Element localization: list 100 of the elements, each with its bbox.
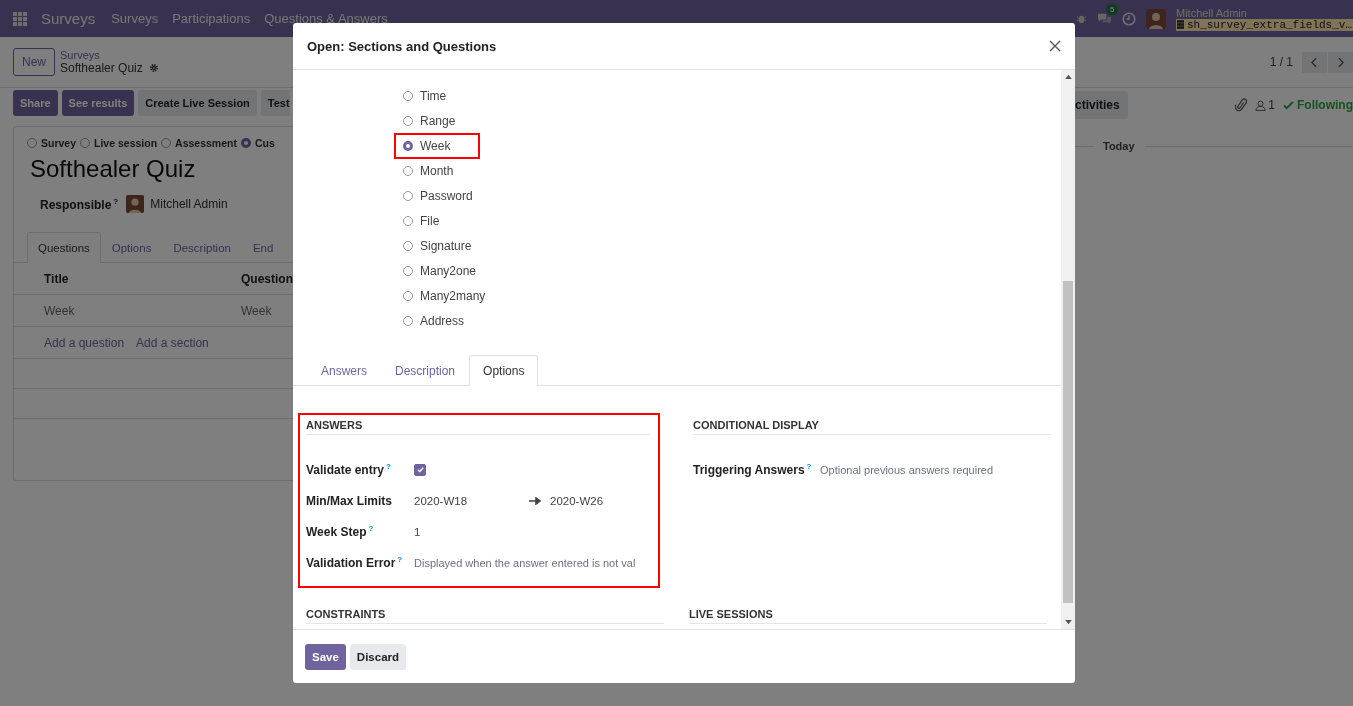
tab[interactable]: Description <box>381 355 470 386</box>
min-field[interactable]: 2020-W18 <box>414 494 529 507</box>
input-field[interactable]: Optional previous answers required <box>820 463 1051 476</box>
field-label: Validate entry $^{?}$ <box>306 462 392 477</box>
radio-label[interactable]: File <box>420 213 440 228</box>
input-field[interactable]: Displayed when the answer entered is not val <box>414 556 650 569</box>
add-link[interactable]: Add a section <box>136 335 209 350</box>
clock-icon[interactable] <box>1121 11 1136 26</box>
tab[interactable]: Answers <box>307 355 381 386</box>
radio-button[interactable] <box>403 190 413 201</box>
radio-label[interactable]: Assessment <box>175 137 237 149</box>
column-header[interactable]: Title <box>44 271 229 286</box>
menu-item[interactable]: Participations <box>172 11 251 26</box>
action-button[interactable]: Create Live Session <box>138 90 257 116</box>
database-icon <box>1176 20 1184 29</box>
chevron-right-icon <box>1337 56 1344 68</box>
paperclip-icon[interactable] <box>1235 98 1248 112</box>
action-button[interactable]: Test <box>260 90 290 116</box>
max-field[interactable]: 2020-W26 <box>550 494 604 507</box>
section-heading: CONSTRAINTS <box>306 608 664 624</box>
date-separator: Today <box>1103 140 1135 152</box>
menu-item[interactable]: Surveys <box>111 11 159 26</box>
settings-icon[interactable] <box>148 63 159 73</box>
tab[interactable]: Questions <box>27 232 101 263</box>
next-button[interactable] <box>1328 51 1353 73</box>
radio-label[interactable]: Time <box>420 88 447 103</box>
action-button[interactable]: Share <box>13 90 58 116</box>
field-label: Week Step $^{?}$ <box>306 524 375 539</box>
checkbox[interactable] <box>414 463 426 476</box>
table-cell-text: Week <box>44 303 76 318</box>
radio-label[interactable]: Range <box>420 113 456 128</box>
previous-button[interactable] <box>1302 51 1327 73</box>
radio-label[interactable]: Week <box>420 138 451 153</box>
dialog-button[interactable]: Save <box>305 643 346 670</box>
app-name[interactable]: Surveys <box>41 10 96 27</box>
activities-button[interactable]: ctivities <box>1075 91 1128 119</box>
dialog-title: Open: Sections and Questions <box>307 38 497 54</box>
breadcrumb-link[interactable]: Surveys <box>60 49 159 61</box>
radio-button[interactable] <box>403 290 413 301</box>
add-link[interactable]: Add a question <box>44 335 125 350</box>
radio-label[interactable]: Month <box>420 163 454 178</box>
scroll-up-icon[interactable] <box>1064 74 1072 79</box>
scroll-down-icon[interactable] <box>1064 620 1072 625</box>
radio-button[interactable] <box>403 115 413 126</box>
chat-icon[interactable] <box>1096 12 1112 25</box>
followers-button[interactable]: 1 <box>1255 98 1275 112</box>
radio-button[interactable] <box>27 138 37 148</box>
radio-button[interactable] <box>161 138 172 148</box>
tab[interactable]: Description <box>162 232 242 263</box>
radio-button[interactable] <box>403 140 413 151</box>
tab[interactable]: Options <box>469 355 539 386</box>
notification-badge: 5 <box>1105 4 1119 15</box>
check-icon <box>1283 100 1294 110</box>
database-name: sh_survey_extra_fields_v… <box>1186 18 1352 31</box>
dialog-button[interactable]: Discard <box>349 643 407 670</box>
radio-label[interactable]: Signature <box>420 238 472 253</box>
radio-button[interactable] <box>403 240 413 251</box>
column-header[interactable]: Question <box>241 271 293 286</box>
apps-menu-icon[interactable] <box>13 11 27 26</box>
radio-label[interactable]: Many2many <box>420 288 486 303</box>
new-button[interactable]: New <box>13 48 55 76</box>
record-name: Softhealer Quiz <box>60 61 143 75</box>
tab[interactable]: End <box>241 232 275 263</box>
radio-label[interactable]: Address <box>420 313 465 328</box>
tab[interactable]: Options <box>100 232 163 263</box>
section-heading: CONDITIONAL DISPLAY <box>693 419 1051 435</box>
following-button[interactable]: Following <box>1297 98 1353 112</box>
avatar-icon <box>126 195 145 213</box>
avatar-icon[interactable] <box>1145 8 1166 29</box>
radio-button[interactable] <box>403 265 413 276</box>
chevron-left-icon <box>1311 56 1318 68</box>
radio-button[interactable] <box>403 315 413 326</box>
menu-item[interactable]: Questions & Answers <box>264 11 388 26</box>
field-label: Validation Error $^{?}$ <box>306 555 404 570</box>
user-name: Mitchell Admin <box>1175 6 1248 19</box>
input-field[interactable]: 1 <box>414 525 421 538</box>
arrow-right-icon <box>529 496 541 505</box>
radio-label[interactable]: Many2one <box>420 263 477 278</box>
table-cell: Week <box>241 303 272 318</box>
radio-button[interactable] <box>403 165 413 176</box>
radio-label[interactable]: Live session <box>94 137 158 149</box>
radio-label[interactable]: Cus <box>254 137 275 149</box>
radio-button[interactable] <box>403 215 413 226</box>
bug-icon[interactable] <box>1075 13 1087 24</box>
radio-label[interactable]: Survey <box>41 137 77 149</box>
pager-value: 1 / 1 <box>1269 55 1293 69</box>
radio-button[interactable] <box>403 90 413 101</box>
section-heading: ANSWERS <box>306 419 650 435</box>
radio-button[interactable] <box>240 138 251 148</box>
scrollbar[interactable] <box>1061 70 1075 629</box>
section-heading: LIVE SESSIONS <box>689 608 1047 624</box>
responsible-name[interactable]: Mitchell Admin <box>150 197 228 211</box>
field-label: Triggering Answers $^{?}$ <box>693 462 813 477</box>
survey-title: Softhealer Quiz <box>29 154 197 183</box>
field-label: Min/Max Limits <box>306 493 393 508</box>
radio-button[interactable] <box>80 138 91 148</box>
close-icon[interactable] <box>1049 40 1061 52</box>
field-label: Responsible $^{?}$ <box>40 196 119 212</box>
radio-label[interactable]: Password <box>420 188 473 203</box>
action-button[interactable]: See results <box>61 90 135 116</box>
